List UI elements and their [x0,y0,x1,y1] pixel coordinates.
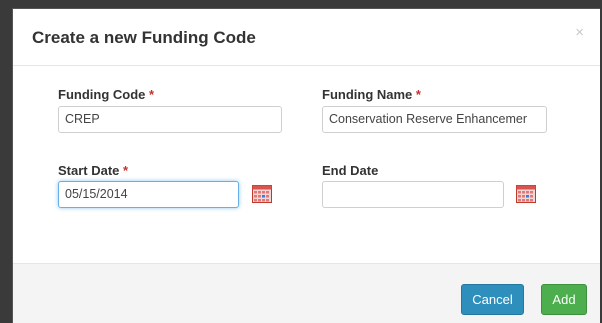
end-date-label-text: End Date [322,163,379,178]
cancel-button[interactable]: Cancel [461,284,524,315]
dialog-header: Create a new Funding Code × [13,9,600,66]
funding-name-label: Funding Name * [322,87,421,102]
calendar-icon[interactable] [516,185,536,203]
add-button[interactable]: Add [541,284,587,315]
calendar-icon[interactable] [252,185,272,203]
required-marker: * [149,87,155,102]
funding-code-label: Funding Code * [58,87,154,102]
start-date-label-text: Start Date [58,163,120,178]
funding-name-input[interactable]: Conservation Reserve Enhancemer [322,106,547,133]
funding-code-input[interactable]: CREP [58,106,282,133]
start-date-label: Start Date * [58,163,128,178]
funding-code-label-text: Funding Code [58,87,146,102]
funding-name-label-text: Funding Name [322,87,413,102]
close-icon[interactable]: × [575,24,584,41]
end-date-label: End Date [322,163,378,178]
dialog-title: Create a new Funding Code [32,28,256,47]
required-marker: * [415,87,421,102]
dialog-footer: Cancel Add [13,263,600,323]
create-funding-code-dialog: Create a new Funding Code × Funding Code… [12,8,600,323]
end-date-input[interactable] [322,181,504,208]
required-marker: * [123,163,129,178]
start-date-input[interactable]: 05/15/2014 [58,181,239,208]
